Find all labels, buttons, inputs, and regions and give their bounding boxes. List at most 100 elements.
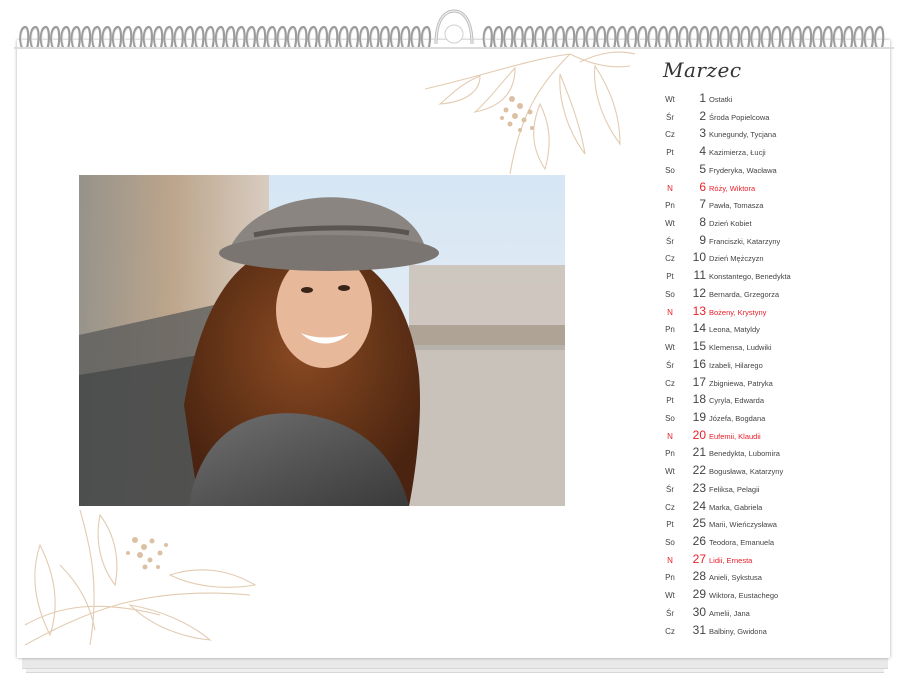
nameday-names: Cyryla, Edwarda — [709, 396, 765, 406]
hanger-ring-icon — [434, 9, 474, 45]
nameday-names: Amelii, Jana — [709, 608, 750, 618]
day-number: 22 — [692, 463, 706, 478]
day-row: Cz 10 Dzień Mężczyzn — [650, 249, 890, 266]
day-number: 28 — [692, 569, 706, 584]
day-row: Cz 24 Marka, Gabriela — [650, 498, 890, 515]
sheet-stack-edge — [22, 658, 888, 669]
nameday-names: Zbigniewa, Patryka — [709, 378, 773, 388]
weekday-label: Pn — [665, 201, 675, 211]
weekday-label: Pn — [665, 449, 675, 459]
nameday-names: Izabeli, Hilarego — [709, 360, 763, 370]
weekday-label: Pn — [665, 573, 675, 583]
weekday-label: Pt — [666, 396, 674, 406]
nameday-names: Bogusława, Katarzyny — [709, 467, 784, 477]
day-row: Pn 21 Benedykta, Lubomira — [650, 444, 890, 461]
weekday-label: Pt — [666, 272, 674, 282]
day-number: 23 — [692, 480, 706, 495]
day-number: 5 — [699, 161, 706, 176]
day-number: 18 — [692, 392, 706, 407]
nameday-names: Benedykta, Lubomira — [709, 449, 780, 459]
nameday-names: Dzień Mężczyzn — [709, 254, 764, 264]
weekday-label: Cz — [665, 254, 675, 264]
weekday-label: So — [665, 289, 675, 299]
nameday-names: Anieli, Sykstusa — [709, 573, 762, 583]
day-number: 27 — [692, 551, 706, 566]
day-row: Wt 29 Wiktora, Eustachego — [650, 586, 890, 603]
nameday-names: Fryderyka, Wacława — [709, 165, 777, 175]
day-row: Śr 30 Amelii, Jana — [650, 604, 890, 621]
nameday-names: Teodora, Emanuela — [709, 538, 775, 547]
nameday-names: Kunegundy, Tycjana — [709, 130, 777, 140]
nameday-names: Józefa, Bogdana — [709, 413, 766, 423]
nameday-names: Balbiny, Gwidona — [709, 626, 767, 636]
day-row: Wt 8 Dzień Kobiet — [650, 214, 890, 231]
weekday-label: Śr — [666, 112, 674, 122]
day-number: 8 — [699, 215, 706, 230]
weekday-label: Śr — [666, 236, 674, 246]
nameday-names: Marii, Wieńczysława — [709, 520, 777, 530]
day-row: Cz 17 Zbigniewa, Patryka — [650, 374, 890, 391]
nameday-names: Wiktora, Eustachego — [709, 591, 779, 601]
day-number: 17 — [692, 374, 706, 389]
day-row: Śr 9 Franciszki, Katarzyny — [650, 232, 890, 249]
day-number: 6 — [699, 179, 706, 194]
weekday-label: N — [667, 555, 673, 565]
nameday-names: Róży, Wiktora — [709, 183, 756, 193]
day-row: Wt 22 Bogusława, Katarzyny — [650, 462, 890, 479]
day-number: 25 — [692, 516, 706, 531]
day-number: 13 — [692, 303, 706, 318]
month-title: Marzec — [663, 58, 742, 82]
weekday-label: Wt — [665, 591, 675, 601]
nameday-names: Franciszki, Katarzyny — [709, 236, 781, 246]
day-number: 10 — [692, 250, 706, 265]
nameday-names: Lidii, Ernesta — [709, 555, 753, 565]
weekday-label: Śr — [666, 484, 674, 494]
day-row: Pt 11 Konstantego, Benedykta — [650, 267, 890, 284]
day-row: Cz 31 Balbiny, Gwidona — [650, 622, 890, 639]
day-number: 15 — [692, 339, 706, 354]
day-number: 31 — [692, 622, 706, 637]
weekday-label: Pt — [666, 148, 674, 158]
weekday-label: So — [665, 165, 675, 175]
nameday-names: Kazimierza, Łucji — [709, 148, 766, 158]
weekday-label: Wt — [665, 343, 675, 353]
day-number: 30 — [692, 604, 706, 619]
day-row: Śr 16 Izabeli, Hilarego — [650, 356, 890, 373]
day-number: 24 — [692, 498, 706, 513]
day-row: Pn 14 Leona, Matyldy — [650, 320, 890, 337]
day-number: 26 — [692, 534, 706, 548]
day-row: Śr 2 Środa Popielcowa — [650, 108, 890, 125]
nameday-names: Środa Popielcowa — [709, 112, 770, 122]
weekday-label: Wt — [665, 219, 675, 229]
day-row: Pt 25 Marii, Wieńczysława — [650, 515, 890, 532]
weekday-label: Pt — [666, 520, 674, 530]
day-row: Wt 15 Klemensa, Ludwiki — [650, 338, 890, 355]
day-number: 4 — [699, 144, 706, 159]
weekday-label: Cz — [665, 130, 675, 140]
day-number: 9 — [699, 232, 706, 247]
day-row: Pt 18 Cyryla, Edwarda — [650, 391, 890, 408]
day-number: 1 — [699, 91, 706, 105]
nameday-names: Eufemii, Klaudii — [709, 431, 761, 441]
weekday-label: Cz — [665, 378, 675, 388]
nameday-names: Ostatki — [709, 95, 733, 104]
nameday-names: Leona, Matyldy — [709, 325, 760, 335]
day-number: 29 — [692, 587, 706, 602]
day-row: So 5 Fryderyka, Wacława — [650, 161, 890, 178]
nameday-names: Klemensa, Ludwiki — [709, 343, 772, 353]
woman-portrait-image — [79, 175, 565, 506]
weekday-label: Śr — [666, 608, 674, 618]
nameday-names: Marka, Gabriela — [709, 502, 763, 512]
day-number: 3 — [699, 126, 706, 141]
day-row: Wt 1 Ostatki — [650, 90, 890, 107]
nameday-names: Dzień Kobiet — [709, 219, 752, 229]
day-row: So 26 Teodora, Emanuela — [650, 533, 890, 550]
weekday-label: So — [665, 538, 675, 547]
weekday-label: Cz — [665, 626, 675, 636]
nameday-names: Bernarda, Grzegorza — [709, 289, 780, 299]
nameday-names: Feliksa, Pelagii — [709, 484, 760, 494]
weekday-label: Cz — [665, 502, 675, 512]
nameday-names: Pawła, Tomasza — [709, 201, 764, 211]
day-row: Cz 3 Kunegundy, Tycjana — [650, 125, 890, 142]
day-number: 16 — [692, 356, 706, 371]
